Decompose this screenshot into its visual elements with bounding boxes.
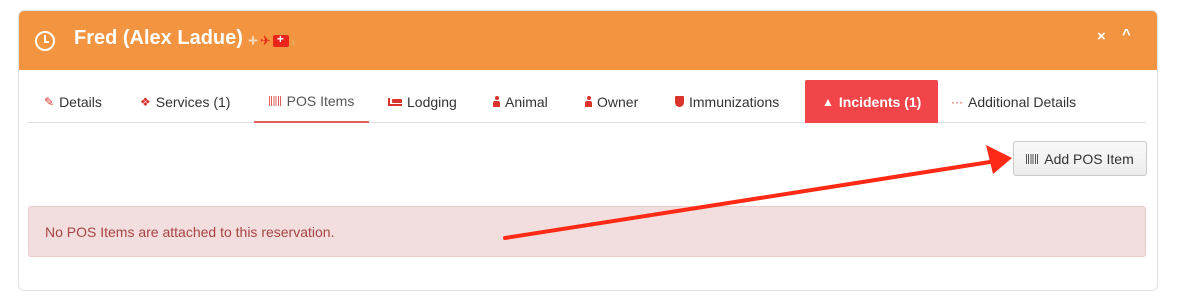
barcode-icon: [268, 95, 282, 106]
tab-incidents[interactable]: ▲ Incidents (1): [805, 80, 939, 123]
tab-label: Additional Details: [968, 93, 1077, 110]
tab-details[interactable]: ✎ Details: [44, 80, 102, 123]
tab-owner[interactable]: Owner: [585, 80, 638, 123]
alert-message: No POS Items are attached to this reserv…: [45, 224, 335, 240]
ellipsis-icon: ···: [951, 94, 963, 109]
tab-label: Incidents (1): [838, 93, 922, 110]
tab-bar: ✎ Details ❖ Services (1) POS Items Lodgi…: [28, 80, 1146, 123]
tab-label: Details: [59, 93, 102, 110]
chevron-right-icon: ›: [290, 33, 296, 49]
collapse-icon[interactable]: ^: [1122, 26, 1131, 43]
panel-title: Fred (Alex Ladue): [74, 27, 243, 49]
tab-label: Animal: [505, 93, 548, 110]
edit-icon: ✎: [44, 94, 55, 109]
close-icon[interactable]: ×: [1097, 28, 1106, 45]
user-icon: [493, 96, 500, 107]
tab-label: POS Items: [286, 92, 355, 109]
plane-icon: ✈: [259, 33, 271, 48]
tab-label: Immunizations: [689, 93, 780, 110]
tab-services[interactable]: ❖ Services (1): [140, 80, 230, 123]
add-pos-item-label: Add POS Item: [1044, 150, 1134, 167]
tab-immunizations[interactable]: Immunizations: [675, 80, 779, 123]
first-aid-kit-icon: [272, 32, 289, 47]
add-pos-item-button[interactable]: Add POS Item: [1013, 141, 1147, 176]
clock-icon: [35, 31, 55, 51]
tab-lodging[interactable]: Lodging: [388, 80, 457, 123]
status-icons: + ✈ ›: [248, 31, 296, 50]
tab-label: Owner: [597, 93, 639, 110]
tab-additional-details[interactable]: ··· Additional Details: [951, 80, 1076, 123]
male-icon: [585, 96, 592, 107]
barcode-icon: [1026, 153, 1040, 164]
shield-icon: [675, 96, 684, 107]
cubes-icon: ❖: [140, 94, 151, 109]
bed-icon: [388, 97, 402, 106]
warning-icon: ▲: [822, 94, 834, 109]
plus-icon: +: [248, 31, 258, 50]
tab-animal[interactable]: Animal: [493, 80, 548, 123]
tab-label: Lodging: [407, 93, 457, 110]
panel-header: Fred (Alex Ladue) + ✈ › × ^: [19, 11, 1157, 70]
tab-label: Services (1): [155, 93, 231, 110]
empty-pos-alert: No POS Items are attached to this reserv…: [28, 206, 1146, 257]
tab-pos-items[interactable]: POS Items: [254, 80, 369, 123]
